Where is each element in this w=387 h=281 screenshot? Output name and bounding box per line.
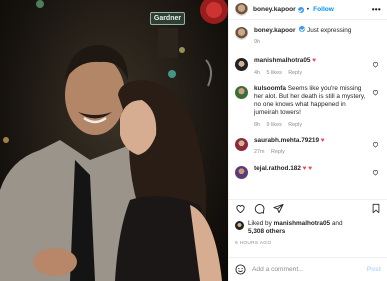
comment-likes[interactable]: 5 likes (267, 70, 282, 76)
separator: • (306, 6, 310, 13)
comments-list[interactable]: boney.kapoor Just expressing 9h manishma… (229, 26, 387, 198)
caption-time: 9h (254, 39, 260, 46)
list-item: kulsoomfa Seems like you're missing her … (229, 85, 387, 129)
liked-prefix: Liked by (248, 220, 272, 227)
avatar[interactable] (235, 85, 248, 99)
post-header: boney.kapoor • Follow ••• (229, 0, 387, 20)
post-panel: boney.kapoor • Follow ••• boney.kapoor J… (228, 0, 387, 281)
reply-button[interactable]: Reply (271, 149, 285, 155)
reply-button[interactable]: Reply (288, 122, 302, 128)
action-bar (229, 199, 387, 217)
avatar[interactable] (235, 58, 248, 72)
liked-by: Liked by manishmalhotra05 and 5,308 othe… (235, 220, 381, 237)
comment-username[interactable]: kulsoomfa (254, 85, 286, 92)
verified-icon (297, 6, 304, 13)
emoji-icon[interactable] (235, 264, 246, 275)
street-sign: Gardner (150, 12, 185, 25)
avatar[interactable] (235, 27, 248, 40)
liked-connector: and (331, 220, 343, 227)
reply-button[interactable]: Reply (288, 70, 302, 76)
liked-others[interactable]: 5,308 others (248, 228, 285, 235)
heart-icon[interactable] (235, 203, 246, 214)
liked-user[interactable]: manishmalhotra05 (274, 220, 330, 227)
avatar[interactable] (235, 221, 244, 230)
author-username[interactable]: boney.kapoor (253, 6, 296, 13)
avatar[interactable] (235, 166, 248, 180)
list-item: manishmalhotra05 ♥ 4h 5 likes Reply (229, 57, 387, 76)
comment-text: ♥ ♥ (302, 165, 313, 173)
avatar[interactable] (235, 3, 248, 16)
list-item: saurabh.mehta.79219 ♥ 27m Reply (229, 137, 387, 156)
comment-username[interactable]: tejal.rathod.182 (254, 165, 301, 172)
heart-icon[interactable] (372, 169, 379, 176)
caption-username[interactable]: boney.kapoor (254, 27, 295, 34)
comment-input[interactable]: Add a comment... (252, 266, 367, 273)
comment-time: 8h (254, 121, 260, 128)
comment-username[interactable]: manishmalhotra05 (254, 57, 310, 64)
add-comment-bar: Add a comment... Post (229, 257, 387, 281)
comment-likes[interactable]: 9 likes (267, 122, 282, 128)
comment-icon[interactable] (254, 203, 265, 214)
post-time: 9 HOURS AGO (235, 241, 272, 246)
heart-icon[interactable] (372, 141, 379, 148)
heart-icon[interactable] (372, 61, 379, 68)
comment-time: 27m (254, 149, 265, 156)
avatar[interactable] (235, 137, 248, 151)
heart-icon[interactable] (372, 89, 379, 96)
post-button[interactable]: Post (367, 266, 381, 273)
verified-icon (299, 26, 306, 32)
caption-text: Just expressing (307, 27, 352, 34)
comment-text: ♥ (320, 136, 325, 144)
photo-illustration (0, 0, 228, 281)
caption: boney.kapoor Just expressing 9h (229, 26, 387, 46)
comment-text: ♥ (312, 57, 317, 65)
bookmark-icon[interactable] (371, 203, 381, 214)
more-icon[interactable]: ••• (372, 5, 381, 14)
post-photo[interactable]: Gardner (0, 0, 228, 281)
list-item: tejal.rathod.182 ♥ ♥ (229, 165, 387, 180)
follow-button[interactable]: Follow (313, 6, 334, 13)
comment-username[interactable]: saurabh.mehta.79219 (254, 137, 319, 144)
comment-time: 4h (254, 69, 260, 76)
share-icon[interactable] (273, 203, 284, 214)
